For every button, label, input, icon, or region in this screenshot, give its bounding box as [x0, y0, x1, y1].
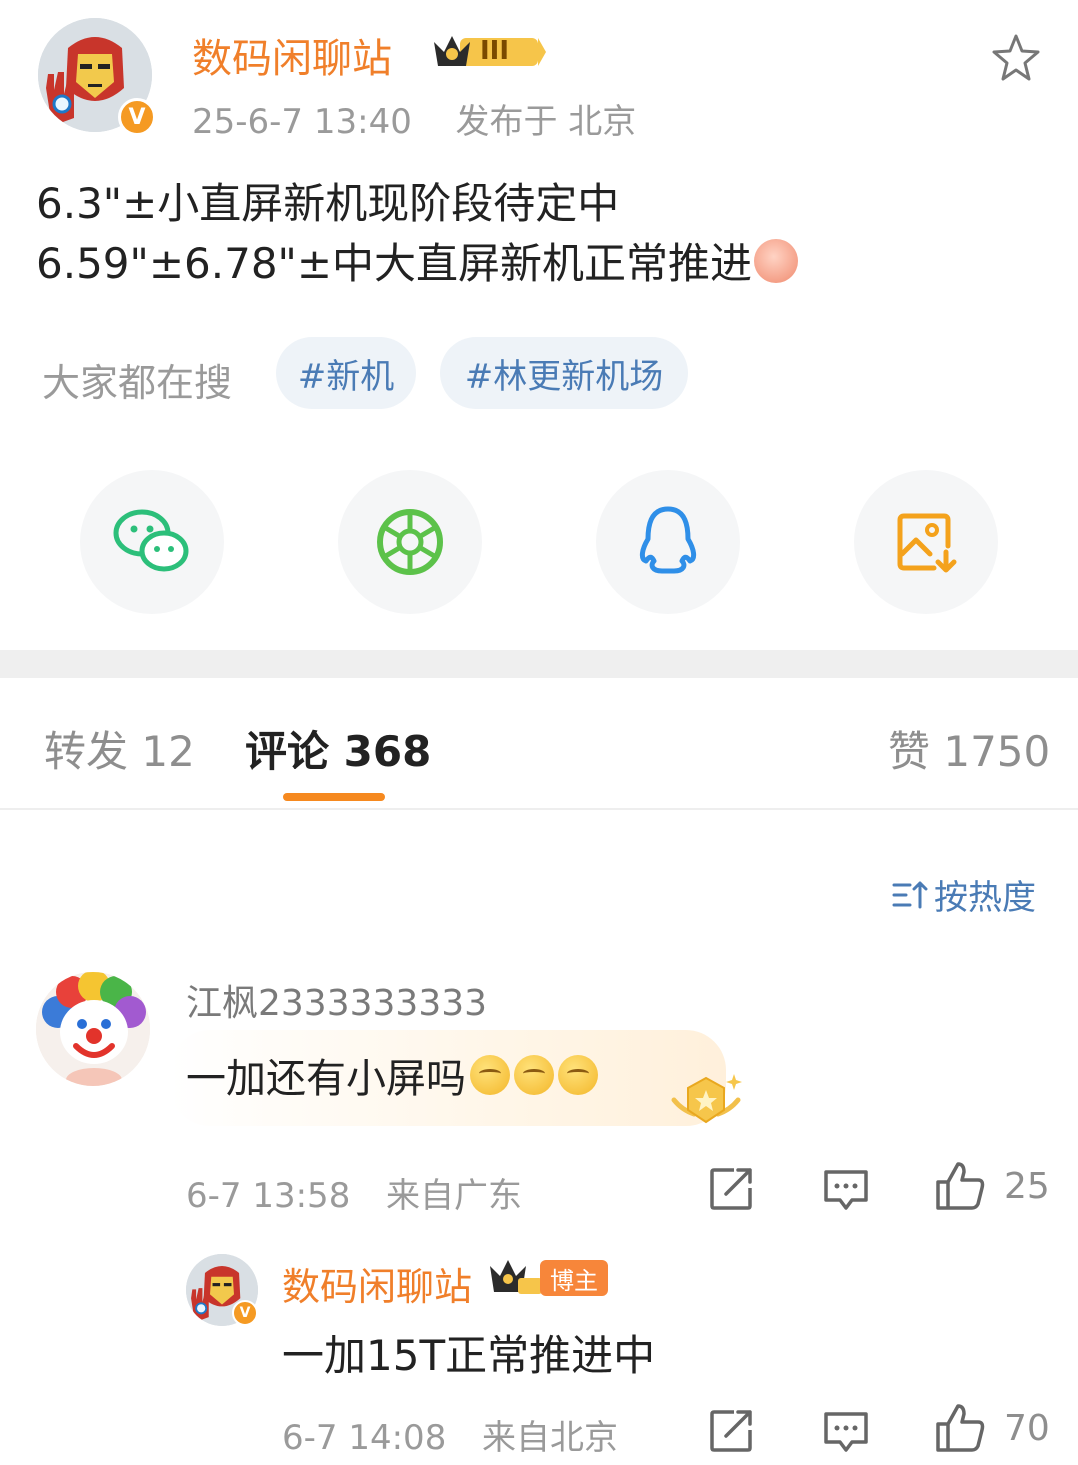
commenter-name[interactable]: 江枫2333333333 — [186, 974, 487, 1026]
member-level: III — [480, 36, 510, 66]
trending-search-label: 大家都在搜 — [42, 361, 233, 405]
comment-time: 6-7 13:58 — [186, 1176, 351, 1216]
post-meta: 25-6-7 13:40 发布于 北京 — [192, 94, 636, 143]
thumbs-up-icon — [936, 1404, 985, 1452]
reply-share-button[interactable] — [708, 1406, 756, 1458]
tab-bar-divider — [0, 808, 1078, 810]
reply-like-count: 70 — [1004, 1407, 1050, 1449]
hashtag-chip-new-phone[interactable]: #新机 — [276, 337, 416, 409]
moments-icon — [377, 509, 443, 575]
comment-location: 来自广东 — [385, 1176, 522, 1216]
save-image-icon — [897, 513, 957, 573]
verified-badge-icon: V — [118, 98, 156, 136]
comment-icon — [824, 1170, 868, 1210]
save-image-button[interactable] — [854, 470, 998, 614]
post-text-line-2-text: 6.59"±6.78"±中大直屏新机正常推进 — [36, 239, 753, 288]
reply-author-name[interactable]: 数码闲聊站 — [282, 1256, 472, 1311]
author-name[interactable]: 数码闲聊站 — [192, 26, 392, 84]
reply-comment-button[interactable] — [822, 1408, 870, 1460]
member-crown-icon — [488, 1256, 544, 1300]
star-badge-icon — [668, 1070, 744, 1134]
post-timestamp: 25-6-7 13:40 — [192, 102, 412, 142]
comment-text-content: 一加还有小屏吗 — [186, 1056, 466, 1102]
tab-repost[interactable]: 转发 12 — [44, 718, 195, 779]
reply-location: 来自北京 — [481, 1418, 618, 1458]
share-moments-button[interactable] — [338, 470, 482, 614]
section-divider — [0, 650, 1078, 678]
post-location: 发布于 北京 — [455, 102, 637, 142]
thinking-emoji-icon — [470, 1055, 510, 1095]
thinking-emoji-icon — [558, 1055, 598, 1095]
thumbs-up-icon — [936, 1162, 985, 1210]
tab-comments[interactable]: 评论 368 — [245, 718, 431, 779]
comment-text: 一加还有小屏吗 — [186, 1046, 598, 1104]
share-qq-button[interactable] — [596, 470, 740, 614]
favorite-star-icon[interactable] — [990, 32, 1042, 84]
wechat-icon — [113, 509, 189, 572]
comment-reply-button[interactable] — [822, 1166, 870, 1218]
shrimp-emoji-icon — [754, 238, 799, 283]
share-icon — [710, 1410, 752, 1452]
thinking-emoji-icon — [514, 1055, 554, 1095]
sort-by-hot-button[interactable]: 按热度 — [892, 870, 1036, 919]
sort-icon — [892, 881, 928, 908]
reply-meta: 6-7 14:08 来自北京 — [282, 1410, 618, 1459]
qq-icon — [639, 506, 697, 574]
sort-label: 按热度 — [934, 878, 1036, 918]
hashtag-chip-lin-gengxin[interactable]: #林更新机场 — [440, 337, 688, 409]
comment-like-count: 25 — [1004, 1165, 1050, 1207]
post-text-line-1: 6.3"±小直屏新机现阶段待定中 — [36, 179, 620, 228]
tab-likes[interactable]: 赞 1750 — [888, 718, 1050, 779]
active-tab-indicator — [283, 793, 385, 801]
post-text-line-2: 6.59"±6.78"±中大直屏新机正常推进 — [36, 230, 799, 291]
reply-like-button[interactable]: 70 — [934, 1402, 1050, 1454]
clown-avatar-image — [36, 972, 150, 1086]
commenter-avatar[interactable] — [36, 972, 150, 1086]
verified-badge-icon: V — [232, 1300, 258, 1326]
comment-like-button[interactable]: 25 — [934, 1160, 1050, 1212]
comment-meta: 6-7 13:58 来自广东 — [186, 1168, 522, 1217]
reply-time: 6-7 14:08 — [282, 1418, 447, 1458]
share-icon — [710, 1168, 752, 1210]
reply-text: 一加15T正常推进中 — [282, 1331, 656, 1380]
share-wechat-button[interactable] — [80, 470, 224, 614]
comment-icon — [824, 1412, 868, 1452]
blogger-badge: 博主 — [540, 1260, 608, 1296]
comment-share-button[interactable] — [708, 1164, 756, 1216]
